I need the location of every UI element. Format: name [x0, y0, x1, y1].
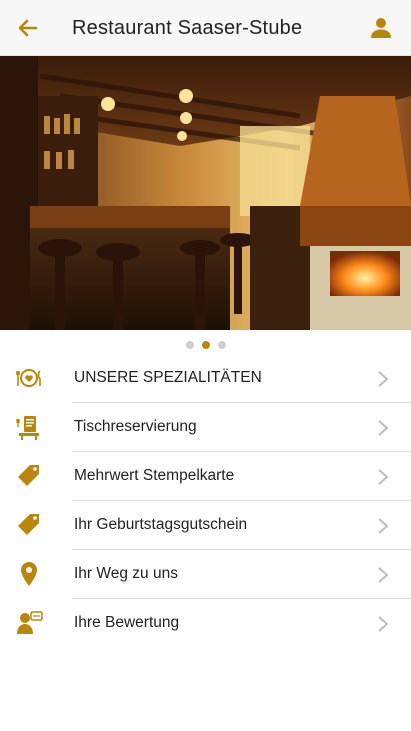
chevron-right-icon — [378, 518, 389, 534]
restaurant-photo[interactable] — [0, 56, 411, 330]
feature-menu: UNSERE SPEZIALITÄTEN Tischreservierung M… — [0, 354, 411, 648]
page-title: Restaurant Saaser-Stube — [72, 17, 303, 39]
menu-item-birthday-voucher[interactable]: Ihr Geburtstagsgutschein — [0, 501, 411, 550]
account-button[interactable] — [367, 14, 395, 42]
chevron-right-icon — [378, 469, 389, 485]
location-pin-icon — [21, 562, 37, 586]
back-button[interactable] — [14, 14, 42, 42]
plate-cutlery-icon — [16, 369, 41, 387]
menu-item-reservation[interactable]: Tischreservierung — [0, 403, 411, 452]
restaurant-interior-image — [0, 56, 411, 330]
menu-item-stamp-card[interactable]: Mehrwert Stempelkarte — [0, 452, 411, 501]
carousel-dot-active[interactable] — [201, 341, 210, 349]
menu-item-label: Ihr Geburtstagsgutschein — [74, 516, 248, 533]
arrow-left-icon — [18, 19, 38, 37]
menu-item-review[interactable]: Ihre Bewertung — [0, 599, 411, 648]
carousel-dot[interactable] — [217, 341, 226, 349]
menu-item-label: Ihre Bewertung — [74, 614, 180, 631]
carousel-indicator — [0, 341, 411, 349]
tag-icon — [18, 465, 39, 486]
menu-item-label: Tischreservierung — [74, 418, 197, 435]
chevron-right-icon — [378, 616, 389, 632]
tag-icon — [18, 514, 39, 535]
menu-item-directions[interactable]: Ihr Weg zu uns — [0, 550, 411, 599]
menu-item-label: UNSERE SPEZIALITÄTEN — [74, 369, 262, 386]
carousel-dot[interactable] — [185, 341, 194, 349]
chevron-right-icon — [378, 420, 389, 436]
reservation-icon — [16, 416, 39, 440]
review-icon — [17, 611, 43, 634]
chevron-right-icon — [378, 567, 389, 583]
menu-item-label: Ihr Weg zu uns — [74, 565, 178, 582]
top-app-bar: Restaurant Saaser-Stube — [0, 0, 411, 56]
user-icon — [371, 18, 391, 38]
menu-item-specialties[interactable]: UNSERE SPEZIALITÄTEN — [0, 354, 411, 403]
menu-item-label: Mehrwert Stempelkarte — [74, 467, 235, 484]
chevron-right-icon — [378, 371, 389, 387]
